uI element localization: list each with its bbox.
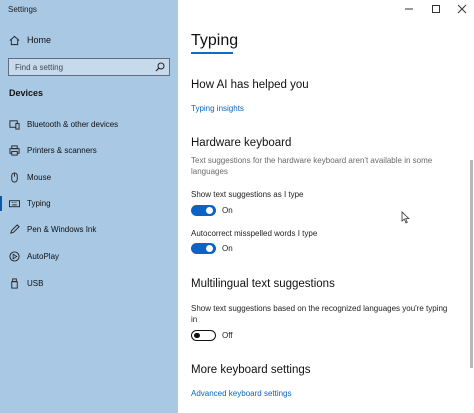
mouse-cursor-icon (401, 211, 410, 224)
more-keyboard-heading: More keyboard settings (191, 364, 311, 376)
sidebar: Settings Home Devices Bluetooth & other … (0, 0, 178, 413)
title-underline (191, 52, 233, 54)
sidebar-item-label: Typing (27, 199, 51, 208)
show-suggestions-state: On (222, 206, 233, 215)
advanced-keyboard-link[interactable]: Advanced keyboard settings (191, 389, 292, 398)
sidebar-item-label: Printers & scanners (27, 146, 97, 155)
bluetooth-devices-icon (9, 120, 20, 130)
mouse-icon (11, 172, 18, 183)
sidebar-item-label: Bluetooth & other devices (27, 120, 119, 129)
search-box (8, 58, 170, 76)
hardware-keyboard-description: Text suggestions for the hardware keyboa… (191, 156, 433, 176)
sidebar-item-printers[interactable]: Printers & scanners (0, 140, 178, 162)
typing-insights-link[interactable]: Typing insights (191, 104, 244, 113)
ai-section-heading: How AI has helped you (191, 79, 309, 91)
sidebar-item-label: Pen & Windows Ink (27, 225, 97, 234)
show-suggestions-label: Show text suggestions as I type (191, 190, 304, 199)
toggle-knob (194, 332, 200, 338)
active-indicator (0, 196, 2, 211)
sidebar-home-label: Home (27, 35, 52, 45)
main-content: Typing How AI has helped you Typing insi… (178, 0, 474, 413)
close-icon[interactable] (455, 3, 469, 15)
multilingual-heading: Multilingual text suggestions (191, 278, 335, 290)
search-input[interactable] (9, 59, 149, 75)
sidebar-home[interactable]: Home (0, 32, 178, 50)
toggle-knob (206, 245, 213, 252)
printer-icon (9, 145, 20, 156)
hardware-keyboard-heading: Hardware keyboard (191, 137, 292, 149)
sidebar-item-typing[interactable]: Typing (0, 193, 178, 215)
sidebar-item-autoplay[interactable]: AutoPlay (0, 246, 178, 268)
multilingual-state: Off (222, 331, 233, 340)
multilingual-label: Show text suggestions based on the recog… (191, 304, 448, 324)
keyboard-icon (9, 200, 20, 208)
autoplay-icon (9, 251, 20, 262)
sidebar-item-bluetooth[interactable]: Bluetooth & other devices (0, 114, 178, 136)
sidebar-item-label: AutoPlay (27, 252, 60, 261)
app-title: Settings (8, 5, 37, 14)
autocorrect-state: On (222, 244, 233, 253)
toggle-knob (206, 207, 213, 214)
page-title: Typing (191, 32, 239, 49)
pen-icon (10, 224, 20, 234)
autocorrect-toggle[interactable] (191, 243, 216, 254)
scrollbar[interactable] (470, 160, 473, 368)
minimize-icon[interactable] (402, 3, 416, 15)
sidebar-item-label: Mouse (27, 173, 52, 182)
usb-icon (11, 278, 18, 289)
home-icon (9, 35, 20, 46)
multilingual-toggle[interactable] (191, 330, 216, 341)
sidebar-item-label: USB (27, 279, 44, 288)
sidebar-item-mouse[interactable]: Mouse (0, 167, 178, 189)
sidebar-item-usb[interactable]: USB (0, 273, 178, 295)
sidebar-item-pen[interactable]: Pen & Windows Ink (0, 219, 178, 241)
sidebar-section-title: Devices (9, 88, 44, 98)
autocorrect-label: Autocorrect misspelled words I type (191, 229, 318, 238)
search-icon[interactable] (155, 62, 165, 72)
show-suggestions-toggle[interactable] (191, 205, 216, 216)
maximize-icon[interactable] (429, 3, 443, 15)
